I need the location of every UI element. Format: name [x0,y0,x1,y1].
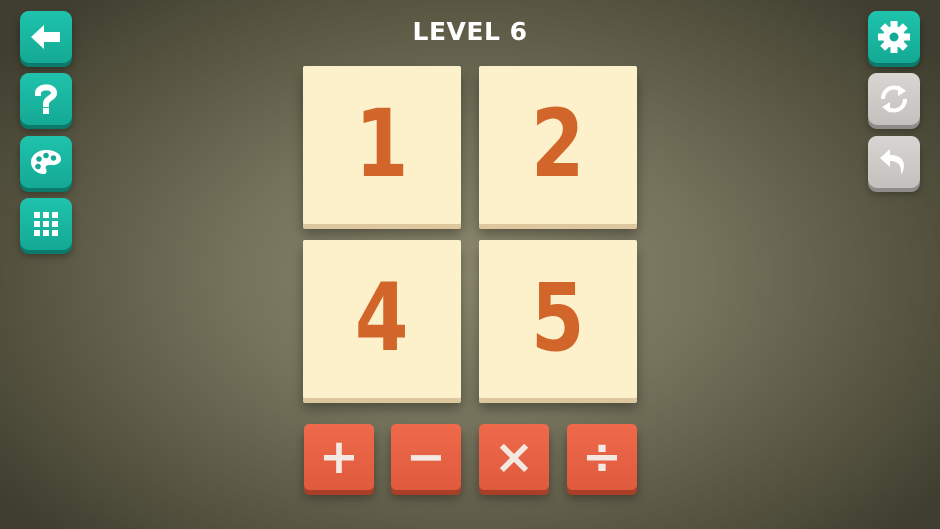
multiply-button[interactable]: × [479,424,549,490]
help-button[interactable] [20,73,72,125]
levels-button[interactable] [20,198,72,250]
divide-symbol: ÷ [581,429,623,485]
palette-icon [31,150,61,174]
number-tile[interactable]: 5 [479,240,637,398]
subtract-button[interactable]: − [391,424,461,490]
back-button[interactable] [20,11,72,63]
multiply-symbol: × [493,429,535,485]
plus-symbol: + [318,429,360,485]
tile-number: 4 [355,264,409,373]
undo-icon [880,149,904,175]
grid-icon [34,212,58,236]
back-arrow-icon [31,25,60,49]
number-tile[interactable]: 4 [303,240,461,398]
theme-button[interactable] [20,136,72,188]
divide-button[interactable]: ÷ [567,424,637,490]
minus-symbol: − [405,429,447,485]
settings-button[interactable] [868,11,920,63]
refresh-icon [881,85,907,113]
number-tile[interactable]: 1 [303,66,461,224]
level-title: LEVEL 6 [412,17,528,46]
add-button[interactable]: + [304,424,374,490]
restart-button[interactable] [868,73,920,125]
number-tile[interactable]: 2 [479,66,637,224]
question-mark-icon [34,84,58,114]
undo-button[interactable] [868,136,920,188]
gear-icon [878,21,910,53]
tile-number: 1 [355,90,409,199]
tile-number: 2 [531,90,585,199]
tile-number: 5 [531,264,585,373]
